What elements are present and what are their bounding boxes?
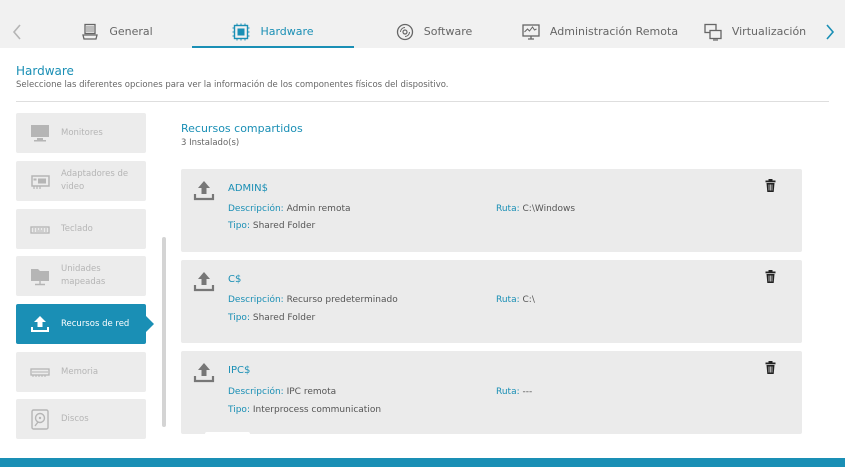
share-card: C$ Descripción: Recurso predeterminado T… xyxy=(181,260,802,343)
sidebar-item-label: Adaptadores de video xyxy=(61,169,129,192)
memory-icon xyxy=(28,360,52,384)
tab-virtualization-label: Virtualización xyxy=(731,25,807,38)
path-label: Ruta: xyxy=(496,387,520,397)
chevron-left-icon xyxy=(12,23,21,40)
path-label: Ruta: xyxy=(496,204,520,214)
keyboard-icon xyxy=(28,217,52,241)
description-value: IPC remota xyxy=(286,387,337,397)
type-value: Shared Folder xyxy=(252,313,316,323)
chevron-right-icon xyxy=(826,23,835,40)
sidebar-item-teclado[interactable]: Teclado xyxy=(16,209,146,249)
sidebar-item-label: Recursos de red xyxy=(61,318,130,329)
delete-share-button[interactable] xyxy=(765,179,776,192)
path-value: C:\Windows xyxy=(522,204,576,214)
sidebar-item-discos[interactable]: Discos xyxy=(16,399,146,439)
share-type: Tipo: Shared Folder xyxy=(228,313,315,323)
sidebar-item-label: Teclado xyxy=(61,223,93,234)
sidebar-item-adaptadores[interactable]: Adaptadores de video xyxy=(16,161,146,201)
share-type: Tipo: Interprocess communication xyxy=(228,405,381,415)
header-divider xyxy=(16,101,829,102)
bottom-accent-bar xyxy=(0,458,845,467)
share-description: Descripción: Recurso predeterminado xyxy=(228,295,398,305)
monitor-icon xyxy=(28,121,52,145)
description-value: Recurso predeterminado xyxy=(286,295,398,305)
path-label: Ruta: xyxy=(496,295,520,305)
tab-hardware-label: Hardware xyxy=(260,25,314,38)
mapped-drive-icon xyxy=(28,264,52,288)
upload-icon xyxy=(193,272,215,292)
remote-desktop-icon xyxy=(522,23,540,40)
share-path: Ruta: C:\ xyxy=(496,295,535,305)
delete-share-button[interactable] xyxy=(765,270,776,283)
share-card: ADMIN$ Descripción: Admin remota Tipo: S… xyxy=(181,169,802,252)
type-value: Interprocess communication xyxy=(252,405,382,415)
section-title: Recursos compartidos xyxy=(181,122,303,135)
computer-tab-icon xyxy=(82,23,99,40)
video-card-icon xyxy=(28,169,52,193)
upload-icon xyxy=(193,363,215,383)
description-label: Descripción: xyxy=(228,295,284,305)
network-share-icon xyxy=(28,312,52,336)
sidebar-item-unidades[interactable]: Unidades mapeadas xyxy=(16,256,146,296)
tab-software-label: Software xyxy=(423,25,473,38)
chip-icon xyxy=(232,23,250,40)
share-description: Descripción: Admin remota xyxy=(228,204,351,214)
disc-icon xyxy=(396,23,413,40)
share-type: Tipo: Shared Folder xyxy=(228,221,315,231)
sidebar-scrollbar[interactable] xyxy=(162,237,166,427)
type-label: Tipo: xyxy=(228,221,250,231)
share-name: ADMIN$ xyxy=(228,183,268,194)
delete-share-button[interactable] xyxy=(765,361,776,374)
sidebar-item-label: Unidades mapeadas xyxy=(61,264,106,287)
type-label: Tipo: xyxy=(228,405,250,415)
type-value: Shared Folder xyxy=(252,221,316,231)
sidebar-item-memoria[interactable]: Memoria xyxy=(16,352,146,392)
sidebar-item-recursos[interactable]: Recursos de red xyxy=(16,304,154,344)
path-value: --- xyxy=(522,387,533,397)
type-label: Tipo: xyxy=(228,313,250,323)
share-path: Ruta: C:\Windows xyxy=(496,204,575,214)
share-path: Ruta: --- xyxy=(496,387,532,397)
share-description: Descripción: IPC remota xyxy=(228,387,336,397)
share-name: IPC$ xyxy=(228,365,251,376)
share-name: C$ xyxy=(228,274,242,285)
sidebar-item-monitores[interactable]: Monitores xyxy=(16,113,146,153)
disk-icon xyxy=(28,407,52,431)
page-subtitle: Seleccione las diferentes opciones para … xyxy=(16,80,449,90)
section-count: 3 Instalado(s) xyxy=(181,138,240,148)
page-title: Hardware xyxy=(16,64,74,78)
description-label: Descripción: xyxy=(228,204,284,214)
sidebar-item-label: Discos xyxy=(61,413,89,424)
path-value: C:\ xyxy=(522,295,535,305)
tab-general-label: General xyxy=(109,25,153,38)
partial-popup xyxy=(205,432,250,438)
tab-remote-admin-label: Administración Remota xyxy=(549,25,679,38)
upload-icon xyxy=(193,181,215,201)
sidebar-item-label: Memoria xyxy=(61,366,99,377)
share-card: IPC$ Descripción: IPC remota Tipo: Inter… xyxy=(181,351,802,434)
description-label: Descripción: xyxy=(228,387,284,397)
sidebar-item-label: Monitores xyxy=(61,127,103,138)
description-value: Admin remota xyxy=(286,204,351,214)
virtual-machines-icon xyxy=(704,23,722,41)
